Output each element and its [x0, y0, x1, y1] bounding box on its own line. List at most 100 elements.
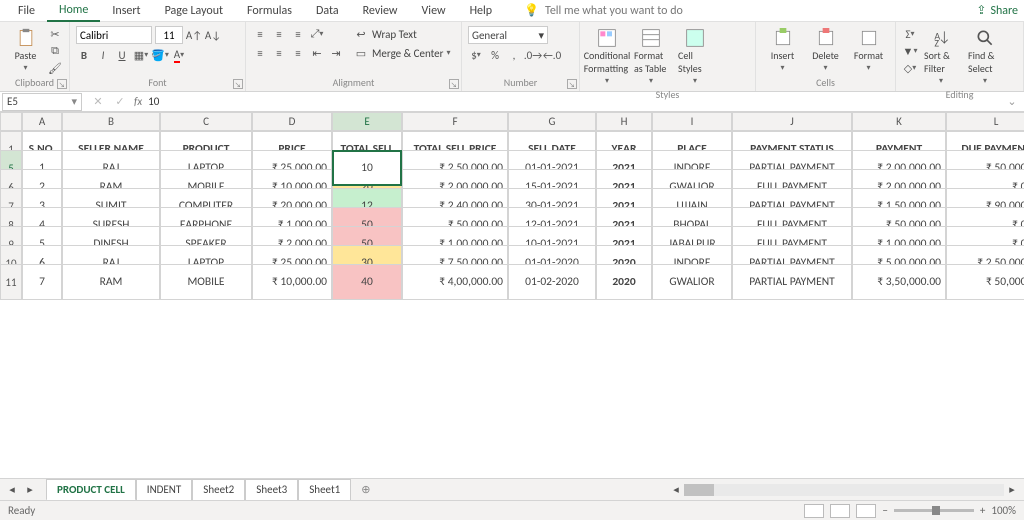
align-bottom-icon[interactable]: ≡ [290, 26, 306, 42]
enter-formula-icon[interactable]: ✓ [112, 94, 128, 110]
font-color-icon[interactable]: A [171, 47, 187, 63]
view-pagebreak-button[interactable] [856, 504, 876, 518]
fx-icon[interactable]: fx [134, 95, 142, 108]
name-box[interactable]: E5▾ [2, 93, 82, 111]
share-button[interactable]: ⇪Share [976, 3, 1018, 18]
menu-tab-help[interactable]: Help [458, 1, 505, 21]
align-left-icon[interactable]: ≡ [252, 45, 268, 61]
col-header-L[interactable]: L [946, 112, 1024, 131]
increase-font-icon[interactable]: A↑ [186, 27, 202, 43]
col-header-H[interactable]: H [596, 112, 652, 131]
copy-icon[interactable]: ⧉ [47, 43, 63, 59]
paste-button[interactable]: Paste [6, 26, 45, 75]
italic-icon[interactable]: I [95, 47, 111, 63]
find-select-button[interactable]: Find & Select [964, 26, 1006, 88]
col-header-B[interactable]: B [62, 112, 160, 131]
col-header-K[interactable]: K [852, 112, 946, 131]
align-center-icon[interactable]: ≡ [271, 45, 287, 61]
orientation-icon[interactable]: ⤢ [309, 26, 325, 42]
hscroll-right-icon[interactable]: ▸ [1004, 482, 1020, 498]
sort-filter-button[interactable]: AZSort & Filter [920, 26, 962, 88]
percent-icon[interactable]: % [487, 47, 503, 63]
clear-icon[interactable]: ◇ [902, 60, 918, 76]
menu-tab-review[interactable]: Review [351, 1, 410, 21]
menu-tab-data[interactable]: Data [304, 1, 351, 21]
cell-B11[interactable]: RAM [62, 264, 160, 300]
col-header-J[interactable]: J [732, 112, 852, 131]
tell-me[interactable]: 💡Tell me what you want to do [524, 3, 683, 18]
align-top-icon[interactable]: ≡ [252, 26, 268, 42]
col-header-C[interactable]: C [160, 112, 252, 131]
format-as-table-button[interactable]: Format as Table [630, 26, 672, 88]
wrap-text-button[interactable]: ↩Wrap Text [353, 26, 451, 42]
view-pagelayout-button[interactable] [830, 504, 850, 518]
autosum-icon[interactable]: Σ [902, 26, 918, 42]
fill-icon[interactable]: ▼ [902, 43, 918, 59]
delete-cells-button[interactable]: Delete [805, 26, 846, 75]
font-name-select[interactable] [76, 26, 152, 44]
conditional-formatting-button[interactable]: Conditional Formatting [586, 26, 628, 88]
font-size-select[interactable] [155, 26, 183, 44]
fill-color-icon[interactable]: 🪣 [152, 47, 168, 63]
insert-cells-button[interactable]: Insert [762, 26, 803, 75]
menu-tab-formulas[interactable]: Formulas [235, 1, 304, 21]
zoom-level[interactable]: 100% [991, 504, 1016, 517]
accounting-icon[interactable]: $ [468, 47, 484, 63]
menu-tab-home[interactable]: Home [47, 0, 100, 22]
view-normal-button[interactable] [804, 504, 824, 518]
add-sheet-button[interactable]: ⊕ [351, 480, 380, 499]
sheet-nav-next-icon[interactable]: ▸ [22, 482, 38, 498]
indent-decrease-icon[interactable]: ⇤ [309, 45, 325, 61]
cell-C11[interactable]: MOBILE [160, 264, 252, 300]
decrease-decimal-icon[interactable]: ←.0 [544, 47, 560, 63]
zoom-out-button[interactable]: − [882, 504, 887, 517]
sheet-tab-3[interactable]: Sheet3 [245, 479, 298, 501]
menu-tab-insert[interactable]: Insert [100, 1, 152, 21]
hscroll-track[interactable] [684, 484, 1004, 496]
alignment-launcher[interactable]: ↘ [449, 79, 459, 89]
clipboard-launcher[interactable]: ↘ [57, 79, 67, 89]
cell-A11[interactable]: 7 [22, 264, 62, 300]
hscroll-left-icon[interactable]: ◂ [668, 482, 684, 498]
zoom-slider[interactable] [894, 509, 974, 512]
cell-L11[interactable]: ₹ 50,000.00 [946, 264, 1024, 300]
cell-F11[interactable]: ₹ 4,00,000.00 [402, 264, 508, 300]
merge-center-button[interactable]: ▭Merge & Center [353, 45, 451, 61]
sheet-nav-prev-icon[interactable]: ◂ [4, 482, 20, 498]
bold-icon[interactable]: B [76, 47, 92, 63]
align-right-icon[interactable]: ≡ [290, 45, 306, 61]
select-all-corner[interactable] [0, 112, 22, 131]
underline-icon[interactable]: U [114, 47, 130, 63]
comma-icon[interactable]: , [506, 47, 522, 63]
cell-K11[interactable]: ₹ 3,50,000.00 [852, 264, 946, 300]
align-middle-icon[interactable]: ≡ [271, 26, 287, 42]
indent-increase-icon[interactable]: ⇥ [328, 45, 344, 61]
sheet-tab-2[interactable]: Sheet2 [192, 479, 245, 501]
font-launcher[interactable]: ↘ [233, 79, 243, 89]
spreadsheet-grid[interactable]: ABCDEFGHIJKL1S.NO.SELLER NAMEPRODUCTPRIC… [0, 112, 1024, 478]
cell-E5[interactable]: 10 [332, 150, 402, 186]
zoom-in-button[interactable]: + [980, 504, 985, 517]
sheet-tab-4[interactable]: Sheet1 [298, 479, 351, 501]
cancel-formula-icon[interactable]: ✕ [90, 94, 106, 110]
menu-tab-view[interactable]: View [410, 1, 458, 21]
decrease-font-icon[interactable]: A↓ [205, 27, 221, 43]
hscroll-thumb[interactable] [684, 484, 714, 496]
col-header-A[interactable]: A [22, 112, 62, 131]
cell-I11[interactable]: GWALIOR [652, 264, 732, 300]
format-cells-button[interactable]: Format [848, 26, 889, 75]
col-header-I[interactable]: I [652, 112, 732, 131]
row-header-11[interactable]: 11 [0, 264, 22, 300]
sheet-tab-1[interactable]: INDENT [136, 479, 192, 501]
sheet-tab-0[interactable]: PRODUCT CELL [46, 479, 136, 501]
number-format-select[interactable]: General▾ [468, 26, 548, 44]
cell-E11[interactable]: 40 [332, 264, 402, 300]
col-header-F[interactable]: F [402, 112, 508, 131]
number-launcher[interactable]: ↘ [567, 79, 577, 89]
col-header-D[interactable]: D [252, 112, 332, 131]
cut-icon[interactable]: ✂ [47, 26, 63, 42]
formula-bar-input[interactable]: 10 [148, 95, 159, 108]
border-icon[interactable]: ▦ [133, 47, 149, 63]
cell-H11[interactable]: 2020 [596, 264, 652, 300]
col-header-G[interactable]: G [508, 112, 596, 131]
